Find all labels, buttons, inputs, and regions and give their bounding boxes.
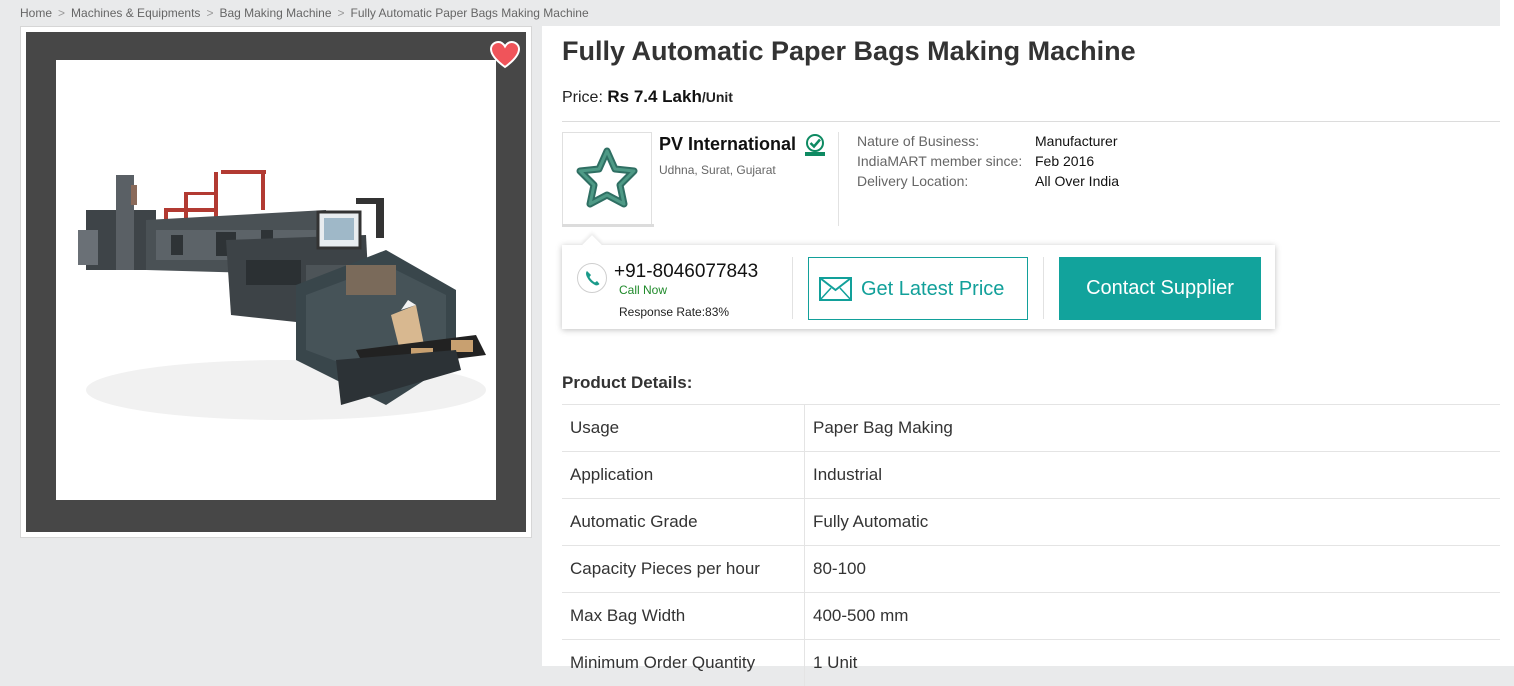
price-value: Rs 7.4 Lakh [607,87,702,106]
member-since-value: Feb 2016 [1035,153,1094,169]
get-latest-price-button[interactable]: Get Latest Price [808,257,1028,320]
breadcrumb-separator: > [58,6,65,20]
page-edge [1500,0,1514,666]
product-price: Price: Rs 7.4 Lakh/Unit [562,87,733,107]
spec-value: Fully Automatic [805,499,1501,546]
spec-key: Usage [562,405,805,452]
table-row: Max Bag Width400-500 mm [562,593,1500,640]
phone-number[interactable]: +91-8046077843 [614,261,758,283]
supplier-name[interactable]: PV International [659,134,796,155]
breadcrumb-separator: > [338,6,345,20]
table-row: UsagePaper Bag Making [562,405,1500,452]
spec-key: Automatic Grade [562,499,805,546]
verified-supplier-icon [803,133,827,157]
spec-value: 80-100 [805,546,1501,593]
contact-supplier-button[interactable]: Contact Supplier [1059,257,1261,320]
supplier-location: Udhna, Surat, Gujarat [659,163,776,177]
heart-icon[interactable] [490,41,520,69]
divider [562,121,1500,122]
product-title: Fully Automatic Paper Bags Making Machin… [562,36,1136,67]
spec-key: Minimum Order Quantity [562,640,805,686]
spec-key: Capacity Pieces per hour [562,546,805,593]
spec-value: Paper Bag Making [805,405,1501,452]
delivery-location-value: All Over India [1035,173,1119,189]
breadcrumb-current[interactable]: Fully Automatic Paper Bags Making Machin… [351,6,589,20]
price-unit: /Unit [702,89,733,105]
nature-of-business-value: Manufacturer [1035,133,1117,149]
product-image[interactable] [56,60,496,500]
divider-vertical [838,132,839,226]
spec-key: Max Bag Width [562,593,805,640]
table-row: Minimum Order Quantity1 Unit [562,640,1500,686]
price-label: Price: [562,89,603,106]
divider-vertical [792,257,793,319]
machine-illustration [56,60,496,500]
logo-underline [562,224,654,227]
breadcrumb-separator: > [206,6,213,20]
call-now-link[interactable]: Call Now [619,283,667,297]
supplier-logo[interactable] [562,132,652,226]
envelope-icon [819,277,852,301]
response-rate: Response Rate:83% [619,305,729,319]
delivery-location-label: Delivery Location: [857,173,968,189]
breadcrumb: Home > Machines & Equipments > Bag Making Ma… [20,6,589,20]
breadcrumb-machines[interactable]: Machines & Equipments [71,6,200,20]
spec-value: 400-500 mm [805,593,1501,640]
table-row: ApplicationIndustrial [562,452,1500,499]
star-logo-icon [563,133,651,225]
spec-value: Industrial [805,452,1501,499]
get-latest-price-label: Get Latest Price [861,278,1004,301]
product-details-table: UsagePaper Bag MakingApplicationIndustri… [562,404,1500,686]
table-row: Capacity Pieces per hour80-100 [562,546,1500,593]
table-row: Automatic GradeFully Automatic [562,499,1500,546]
phone-icon[interactable] [577,263,607,293]
spec-key: Application [562,452,805,499]
divider-vertical [1043,257,1044,319]
member-since-label: IndiaMART member since: [857,153,1022,169]
product-details-heading: Product Details: [562,373,692,393]
spec-value: 1 Unit [805,640,1501,686]
nature-of-business-label: Nature of Business: [857,133,979,149]
breadcrumb-home[interactable]: Home [20,6,52,20]
breadcrumb-bag-making[interactable]: Bag Making Machine [219,6,331,20]
